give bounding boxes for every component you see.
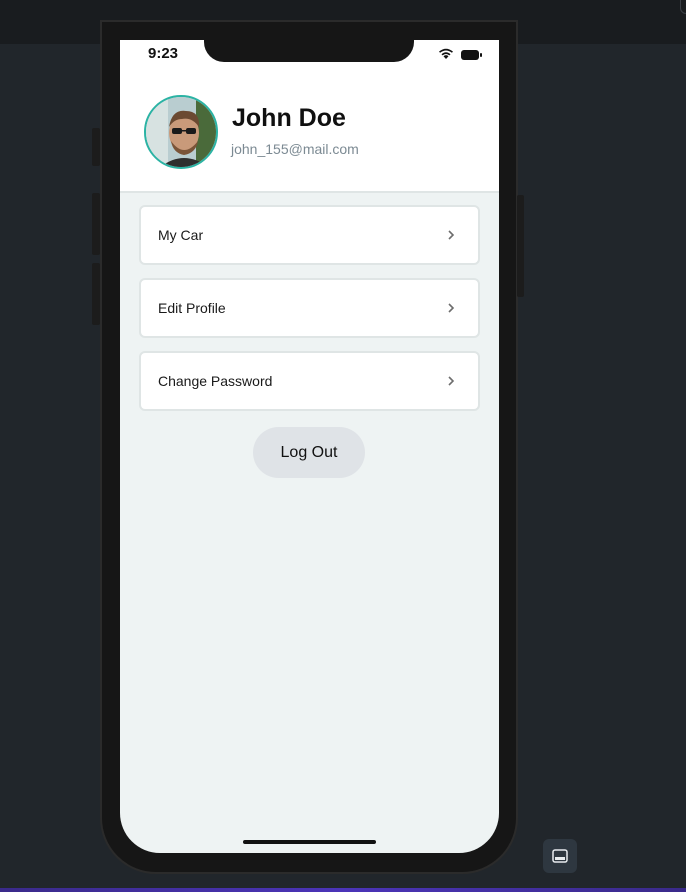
chevron-right-icon <box>448 376 455 386</box>
toggle-panel-button[interactable] <box>543 839 577 873</box>
chevron-right-icon <box>448 230 455 240</box>
bottom-accent-bar <box>0 888 686 892</box>
status-time: 9:23 <box>148 45 179 62</box>
phone-side-button-silent <box>92 128 100 166</box>
menu-item-label: Edit Profile <box>158 300 226 316</box>
menu-item-label: My Car <box>158 227 204 243</box>
menu-item-my-car[interactable]: My Car <box>139 205 480 265</box>
battery-icon <box>461 50 482 60</box>
phone-side-button-power <box>517 195 524 297</box>
panel-bottom-icon <box>552 849 568 863</box>
window-control[interactable] <box>680 0 686 14</box>
menu-item-label: Change Password <box>158 373 273 389</box>
phone-side-button-volume-up <box>92 193 100 255</box>
status-bar: 9:23 <box>120 40 499 80</box>
phone-screen: John Doe john_155@mail.com 9:23 My Car E… <box>120 40 499 853</box>
chevron-right-icon <box>448 303 455 313</box>
menu-item-change-password[interactable]: Change Password <box>139 351 480 411</box>
home-indicator[interactable] <box>243 840 376 844</box>
phone-side-button-volume-down <box>92 263 100 325</box>
wifi-icon <box>439 48 453 59</box>
menu-item-edit-profile[interactable]: Edit Profile <box>139 278 480 338</box>
logout-button[interactable]: Log Out <box>253 427 365 478</box>
phone-notch <box>204 40 414 62</box>
profile-photo <box>146 97 216 167</box>
profile-name: John Doe <box>232 104 346 132</box>
avatar[interactable] <box>144 95 218 169</box>
profile-email: john_155@mail.com <box>231 141 359 157</box>
